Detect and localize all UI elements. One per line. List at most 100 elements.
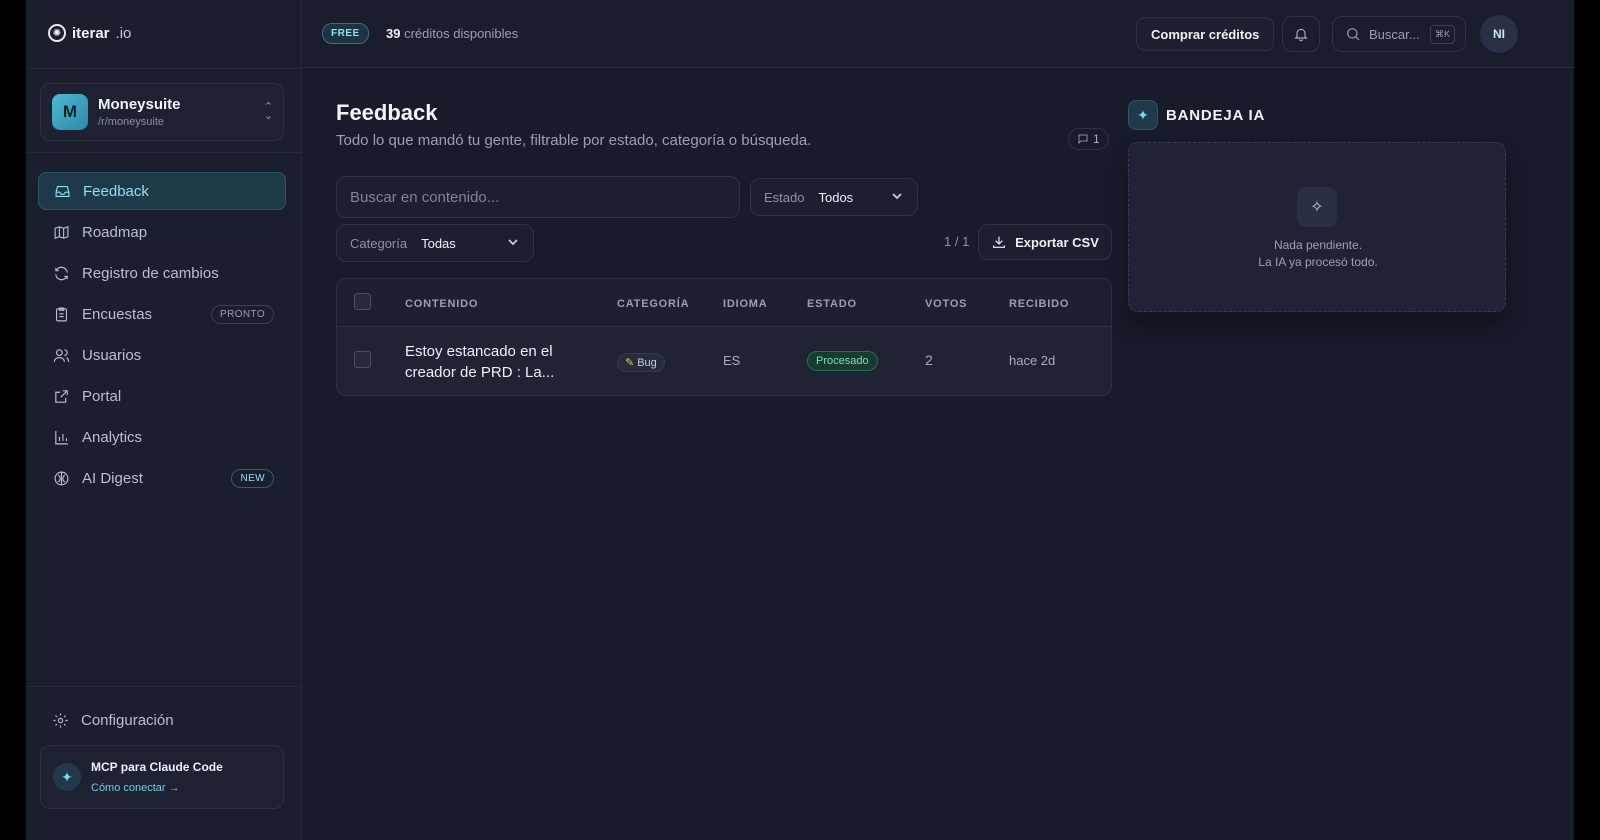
app-logo[interactable]: ✺ iterar .io [48,24,131,42]
search-icon [1347,28,1360,41]
category-chip: ✎ Bug [617,353,665,372]
clipboard-icon [52,305,70,323]
mcp-card[interactable]: ✦ MCP para Claude Code Cómo conectar → [40,745,284,809]
logo-name: iterar [72,24,110,42]
app-frame: ✺ iterar .io M Moneysuite /r/moneysuite ⌃… [26,0,1574,840]
sidebar-divider [26,68,302,69]
column-header-language[interactable]: IDIOMA [723,298,768,310]
export-csv-label: Exportar CSV [1015,234,1099,250]
page-title: Feedback [336,100,438,125]
sidebar-item-roadmap[interactable]: Roadmap [38,213,286,251]
sidebar: ✺ iterar .io M Moneysuite /r/moneysuite ⌃… [26,0,302,840]
sidebar-item-label: Roadmap [82,223,148,241]
sidebar-item-analytics[interactable]: Analytics [38,418,286,456]
sidebar-item-ai-digest[interactable]: AI Digest NEW [38,459,286,497]
sidebar-item-portal[interactable]: Portal [38,377,286,415]
sidebar-nav: Feedback Roadmap Registro de cambios Enc… [38,172,286,500]
chevron-up-down-icon: ⌃ ⌄ [263,101,273,122]
table-header: CONTENIDO CATEGORÍA IDIOMA ESTADO VOTOS … [337,279,1111,327]
feedback-table: CONTENIDO CATEGORÍA IDIOMA ESTADO VOTOS … [336,278,1112,396]
sidebar-item-users[interactable]: Usuarios [38,336,286,374]
column-header-status[interactable]: ESTADO [807,298,857,310]
row-received: hace 2d [1009,353,1056,368]
pencil-icon: ✎ [625,357,635,369]
inbox-icon [53,182,71,200]
workspace-avatar: M [52,94,88,130]
settings-link[interactable]: Configuración [52,712,174,729]
sidebar-divider [26,152,302,153]
categoria-filter-value: Todas [421,235,456,251]
gear-icon [53,713,68,728]
refresh-icon [52,264,70,282]
user-avatar[interactable]: NI [1480,15,1518,53]
categoria-filter-label: Categoría [350,235,408,251]
workspace-switcher[interactable]: M Moneysuite /r/moneysuite ⌃ ⌄ [40,83,284,141]
coming-soon-badge: PRONTO [211,305,274,324]
download-icon [993,236,1005,248]
users-icon [52,346,70,364]
sidebar-item-label: Encuestas [82,305,153,323]
brain-icon [52,469,70,487]
sidebar-item-label: Analytics [82,428,143,446]
row-language: ES [723,353,741,368]
content-search-input[interactable] [336,176,740,218]
ai-inbox-title: BANDEJA IA [1166,106,1266,124]
column-header-received[interactable]: RECIBIDO [1009,298,1069,310]
estado-filter-label: Estado [764,189,805,205]
ai-inbox-panel: ✦ BANDEJA IA ✧ Nada pendiente. La IA ya … [1128,100,1508,312]
sidebar-item-label: Portal [82,387,122,405]
comment-count-pill[interactable]: 1 [1068,128,1109,150]
export-csv-button[interactable]: Exportar CSV [978,224,1112,260]
chevron-down-icon [891,190,903,202]
sidebar-item-label: Registro de cambios [82,264,219,282]
mcp-connect-link[interactable]: Cómo conectar → [91,782,223,794]
comment-count: 1 [1093,132,1100,146]
credits-label: créditos disponibles [404,26,519,41]
categoria-filter[interactable]: Categoría Todas [336,224,534,262]
sparkle-icon: ✧ [1297,187,1337,227]
workspace-slug: /r/moneysuite [98,116,165,128]
ai-empty-line-2: La IA ya procesó todo. [1258,255,1378,269]
notifications-button[interactable] [1282,16,1320,52]
sidebar-item-label: Usuarios [82,346,142,364]
pagination-text: 1 / 1 [944,234,970,249]
workspace-name: Moneysuite [98,96,181,113]
map-icon [52,223,70,241]
select-all-checkbox[interactable] [354,293,371,310]
new-badge: NEW [231,469,274,488]
sidebar-item-surveys[interactable]: Encuestas PRONTO [38,295,286,333]
row-content[interactable]: Estoy estancado en el creador de PRD : L… [405,341,595,383]
column-header-votes[interactable]: VOTOS [925,298,967,310]
comment-icon [1078,134,1088,144]
chevron-down-icon [507,236,519,248]
top-bar: FREE 39 créditos disponibles Comprar cré… [302,0,1574,68]
search-label: Buscar... [1369,26,1420,42]
status-badge: Procesado [807,351,878,371]
sidebar-item-changelog[interactable]: Registro de cambios [38,254,286,292]
search-shortcut: ⌘K [1429,25,1455,44]
sparkle-icon: ✦ [53,763,81,791]
ai-inbox-empty-state: ✧ Nada pendiente. La IA ya procesó todo. [1128,142,1506,312]
row-checkbox[interactable] [354,351,371,368]
page-subtitle: Todo lo que mandó tu gente, filtrable po… [336,132,812,149]
sparkle-icon: ✦ [1128,100,1158,130]
table-row[interactable]: Estoy estancado en el creador de PRD : L… [337,327,1111,395]
sidebar-item-label: Feedback [83,182,149,200]
category-label: Bug [637,357,657,369]
mcp-title: MCP para Claude Code [91,760,223,774]
logo-tld: .io [115,24,132,42]
column-header-content[interactable]: CONTENIDO [405,298,478,310]
sidebar-item-feedback[interactable]: Feedback [38,172,286,210]
global-search-button[interactable]: Buscar... ⌘K [1332,16,1466,52]
external-link-icon [52,387,70,405]
estado-filter-value: Todos [818,189,854,205]
sidebar-divider [26,686,302,687]
logo-mark-icon: ✺ [48,24,66,42]
sidebar-item-label: AI Digest [82,469,143,487]
estado-filter[interactable]: Estado Todos [750,178,918,216]
buy-credits-button[interactable]: Comprar créditos [1136,17,1275,51]
settings-label: Configuración [81,712,174,729]
column-header-category[interactable]: CATEGORÍA [617,298,689,310]
credits-count: 39 [386,26,401,41]
ai-empty-line-1: Nada pendiente. [1273,238,1363,252]
